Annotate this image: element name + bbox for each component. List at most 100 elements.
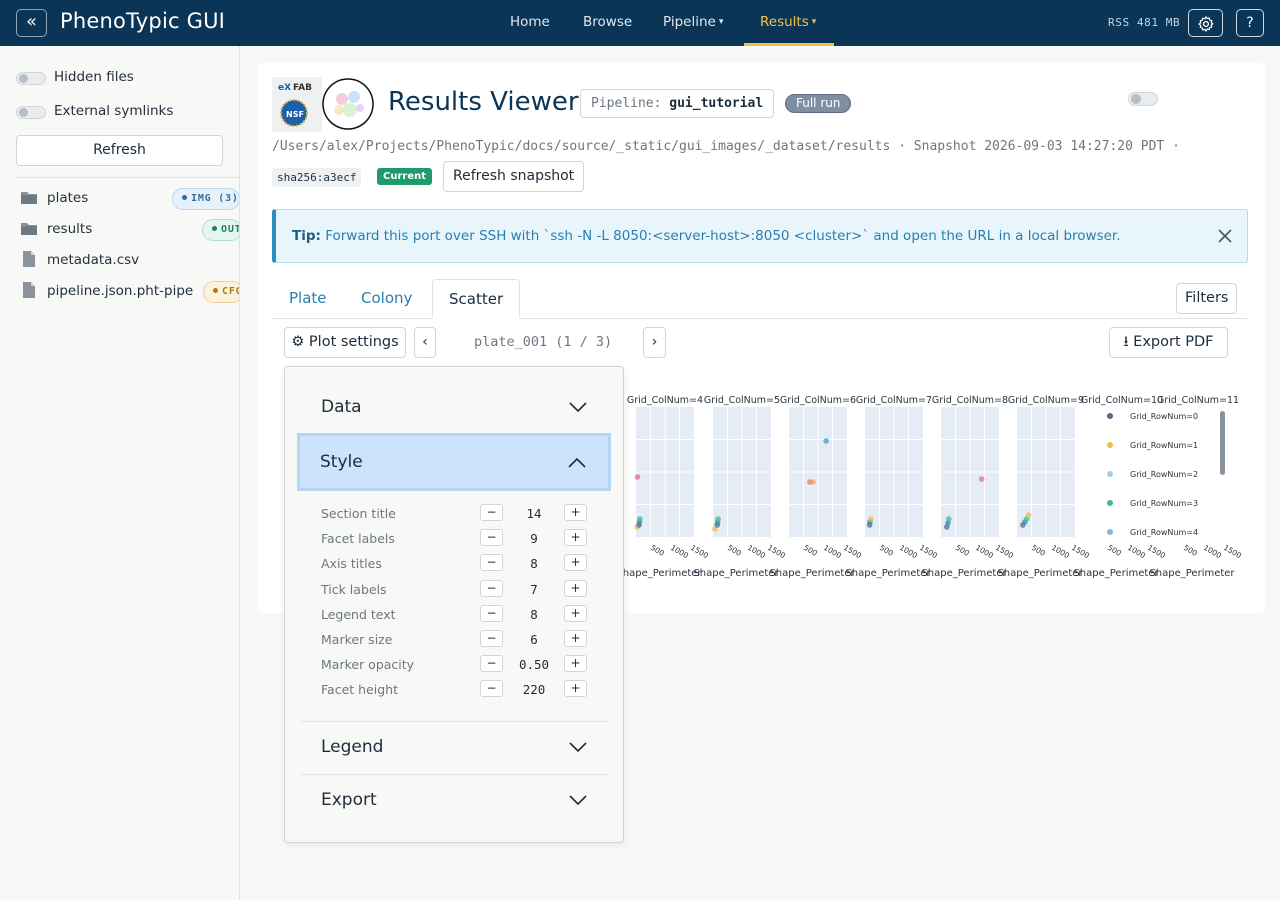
setting-value[interactable]: 0.50	[505, 657, 563, 672]
tab-plate[interactable]: Plate	[273, 279, 343, 319]
pipeline-name: gui_tutorial	[669, 96, 764, 111]
plot-settings-button[interactable]: ⚙ Plot settings	[284, 327, 406, 358]
facet-title: Grid_ColNum=10	[1081, 395, 1163, 406]
decrement-button[interactable]: −	[480, 554, 503, 572]
x-axis-label: Shape_Perimeter	[616, 568, 702, 579]
memory-usage: RSS 481 MB	[1108, 16, 1181, 29]
external-symlinks-toggle[interactable]	[16, 106, 46, 119]
decrement-button[interactable]: −	[480, 655, 503, 673]
pipeline-pill: Pipeline: gui_tutorial	[580, 89, 775, 118]
legend-marker	[1107, 500, 1113, 506]
scatter-point	[634, 474, 641, 480]
app-title: PhenoTypic GUI	[60, 9, 226, 33]
help-button[interactable]: ?	[1236, 9, 1264, 37]
toggle-knob	[1131, 94, 1141, 104]
filters-button[interactable]: Filters	[1176, 283, 1238, 314]
x-axis-label: Shape_Perimeter	[921, 568, 1007, 579]
setting-label: Facet height	[321, 682, 398, 698]
nav-results-label: Results	[760, 14, 809, 30]
close-icon[interactable]	[1217, 228, 1233, 244]
tree-item-metadata-csv[interactable]: metadata.csv	[20, 250, 239, 270]
setting-value[interactable]: 7	[505, 582, 563, 597]
file-icon	[23, 282, 35, 298]
x-tick-label: 1000	[1202, 543, 1223, 560]
legend-marker	[1107, 471, 1113, 477]
setting-label: Section title	[321, 506, 396, 521]
collapse-sidebar-button[interactable]: «	[16, 9, 47, 37]
setting-value[interactable]: 9	[505, 531, 563, 546]
increment-button[interactable]: +	[564, 655, 587, 673]
prev-plate-button[interactable]: ‹	[414, 327, 436, 358]
tip-banner: Tip: Forward this port over SSH with `ss…	[272, 209, 1248, 263]
tab-colony[interactable]: Colony	[345, 279, 428, 319]
tip-text: Forward this port over SSH with `ssh -N …	[320, 228, 1121, 244]
decrement-button[interactable]: −	[480, 630, 503, 647]
style-setting-row: Facet labels −9 +	[321, 528, 591, 548]
setting-value[interactable]: 220	[505, 682, 563, 697]
hidden-files-toggle[interactable]	[16, 72, 46, 85]
decrement-button[interactable]: −	[480, 529, 503, 547]
refresh-snapshot-button[interactable]: Refresh snapshot	[443, 161, 585, 192]
style-setting-row: Section title −14 +	[321, 503, 591, 523]
decrement-button[interactable]: −	[480, 504, 503, 521]
accordion-export[interactable]: Export	[301, 774, 609, 827]
svg-text:NSF: NSF	[286, 110, 304, 119]
external-symlinks-label: External symlinks	[54, 103, 174, 119]
setting-label: Axis titles	[321, 556, 382, 572]
x-axis-label: Shape_Perimeter	[997, 568, 1083, 579]
settings-button[interactable]	[1188, 9, 1223, 37]
x-tick-label: 1000	[669, 543, 690, 560]
legend-label: Grid_RowNum=0	[1130, 412, 1198, 421]
next-plate-button[interactable]: ›	[643, 327, 666, 358]
tree-item-results[interactable]: results OUT	[20, 219, 239, 241]
accordion-legend[interactable]: Legend	[301, 721, 609, 774]
increment-button[interactable]: +	[564, 630, 587, 647]
tree-item-pipeline-json[interactable]: pipeline.json.pht-pipe CFG	[20, 281, 239, 303]
setting-value[interactable]: 6	[505, 632, 563, 647]
nav-pipeline[interactable]: Pipeline ▾	[663, 14, 723, 30]
nav-home[interactable]: Home	[510, 14, 550, 30]
facet-title: Grid_ColNum=5	[704, 395, 780, 406]
increment-button[interactable]: +	[564, 504, 587, 521]
setting-value[interactable]: 14	[505, 506, 563, 521]
header-toggle[interactable]	[1128, 92, 1158, 106]
decrement-button[interactable]: −	[480, 604, 503, 622]
chevron-down-icon	[569, 742, 587, 753]
results-path: /Users/alex/Projects/PhenoTypic/docs/sou…	[272, 139, 1180, 154]
current-badge: Current	[377, 168, 433, 185]
sidebar-refresh-button[interactable]: Refresh	[16, 135, 223, 166]
file-sidebar: Hidden files External symlinks Refresh p…	[0, 46, 240, 900]
decrement-button[interactable]: −	[480, 579, 503, 597]
nav-browse[interactable]: Browse	[583, 14, 632, 30]
increment-button[interactable]: +	[564, 529, 587, 547]
x-tick-label: 500	[1182, 543, 1199, 558]
increment-button[interactable]: +	[564, 604, 587, 622]
scatter-point	[810, 479, 816, 485]
decrement-button[interactable]: −	[480, 680, 503, 698]
accordion-data[interactable]: Data	[301, 381, 609, 434]
gear-icon	[1198, 16, 1214, 32]
setting-value[interactable]: 8	[505, 556, 563, 571]
accordion-style[interactable]: Style	[297, 433, 611, 491]
hidden-files-label: Hidden files	[54, 69, 134, 85]
increment-button[interactable]: +	[564, 579, 587, 597]
increment-button[interactable]: +	[564, 554, 587, 572]
style-setting-row: Facet height −220 +	[321, 679, 591, 699]
legend-label: Grid_RowNum=4	[1130, 528, 1198, 537]
x-tick-label: 1500	[1222, 543, 1243, 560]
tree-item-plates[interactable]: plates IMG (3)	[20, 188, 239, 210]
folder-icon	[21, 223, 37, 235]
nav-browse-label: Browse	[583, 14, 633, 30]
x-tick-label: 500	[954, 543, 971, 558]
setting-value[interactable]: 8	[505, 607, 563, 622]
export-pdf-button[interactable]: ⭳ Export PDF	[1109, 327, 1228, 358]
out-badge: OUT	[202, 219, 239, 241]
cfg-badge: CFG	[203, 281, 239, 303]
x-axis-label: Shape_Perimeter	[1073, 568, 1159, 579]
legend-label: Grid_RowNum=1	[1130, 441, 1198, 450]
scatter-point	[868, 516, 874, 522]
nav-results[interactable]: Results ▾	[760, 14, 816, 30]
increment-button[interactable]: +	[564, 680, 587, 698]
tree-item-label: results	[47, 221, 93, 237]
tab-scatter[interactable]: Scatter	[432, 279, 521, 319]
